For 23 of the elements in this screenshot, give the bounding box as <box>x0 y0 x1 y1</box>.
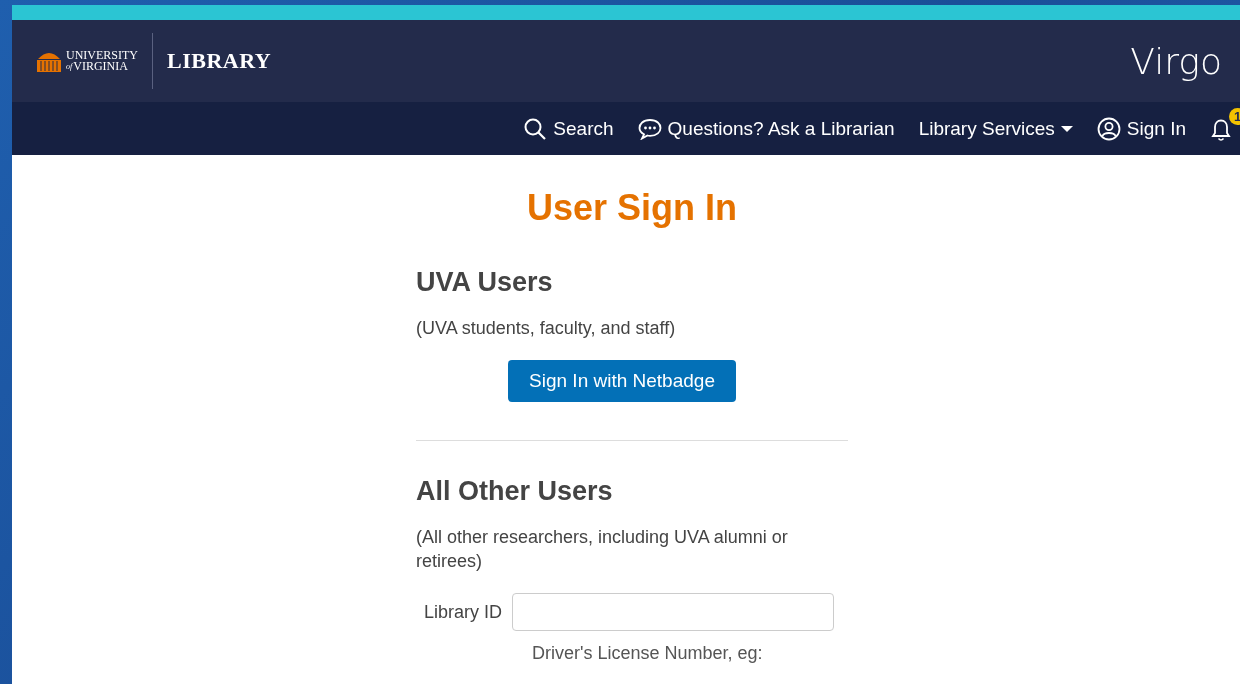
logo-text: UNIVERSITY <box>66 50 138 61</box>
library-title[interactable]: LIBRARY <box>167 48 272 74</box>
caret-icon <box>1060 124 1073 133</box>
section-heading: UVA Users <box>416 267 554 298</box>
logo-text: of <box>66 61 73 72</box>
user-icon <box>1096 116 1121 141</box>
section-note: (All other researchers, including UVA alumni or retirees) <box>416 526 789 573</box>
search-link[interactable]: Search <box>523 116 614 141</box>
speech-bubble-icon <box>637 117 662 140</box>
field-hint: Driver's License Number, eg: <box>532 643 764 664</box>
field-label: Library ID <box>424 601 503 623</box>
netbadge-button[interactable]: Sign In with Netbadge <box>508 360 736 402</box>
ask-librarian-link[interactable]: Questions? Ask a Librarian <box>637 117 895 140</box>
app-name[interactable]: Virgo <box>1130 40 1222 82</box>
library-id-field[interactable] <box>512 593 835 631</box>
logo-text: VIRGINIA <box>73 61 128 72</box>
page-title: User Sign In <box>525 187 738 229</box>
sign-in-link[interactable]: Sign In <box>1096 116 1186 141</box>
section-note: (UVA students, faculty, and staff) <box>416 317 677 340</box>
search-icon <box>523 116 548 141</box>
notification-badge: 1 <box>1229 107 1240 125</box>
section-heading: All Other Users <box>416 476 614 507</box>
library-services-menu[interactable]: Library Services <box>918 117 1073 140</box>
